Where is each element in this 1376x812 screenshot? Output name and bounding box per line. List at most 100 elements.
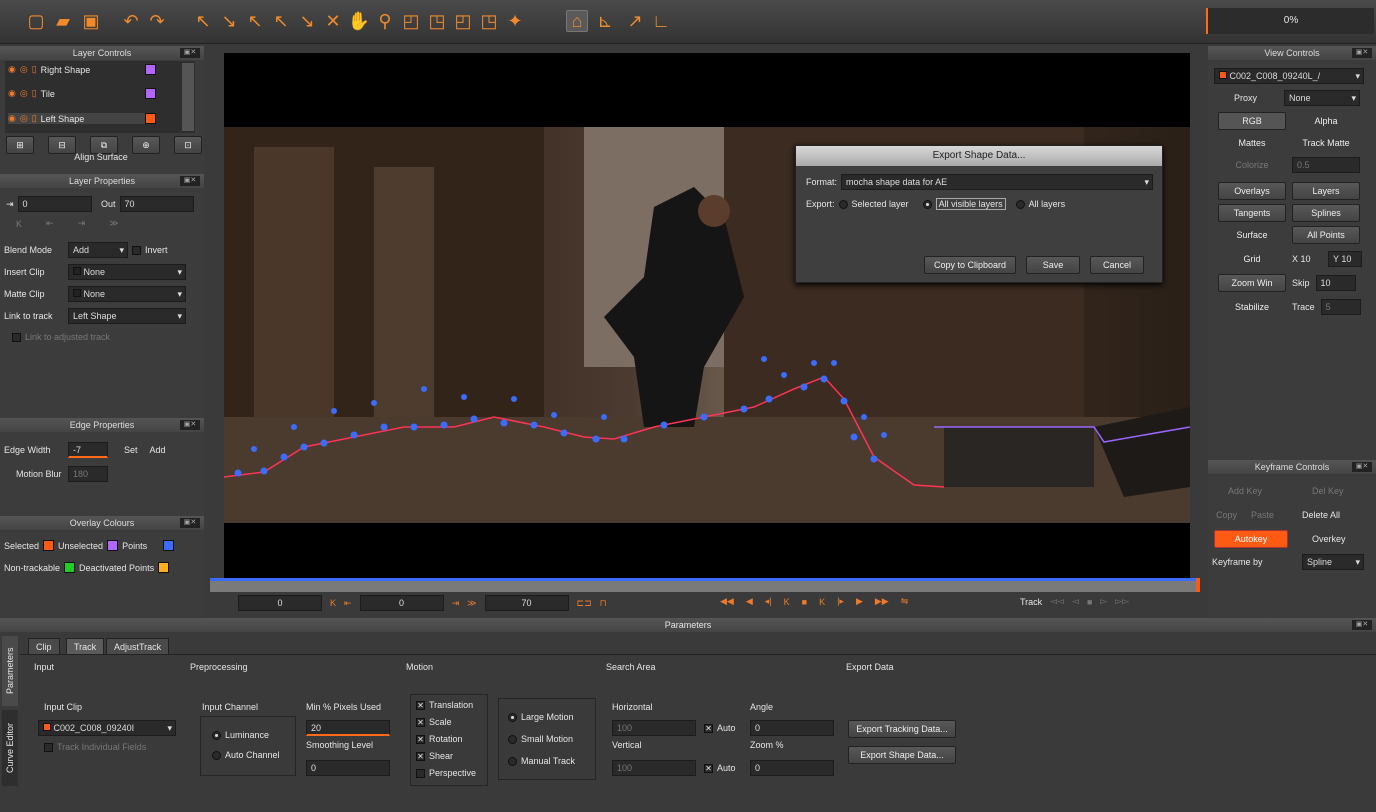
set-button[interactable]: Set <box>124 445 138 455</box>
layer-color-swatch[interactable] <box>144 88 156 99</box>
fast-forward-icon[interactable]: ▶▶ <box>875 596 889 607</box>
shear-checkbox[interactable]: ✕ <box>416 751 425 761</box>
track-forwards-icon[interactable]: ▻▻ <box>1115 596 1129 607</box>
track-next-icon[interactable]: ▻ <box>1100 596 1107 607</box>
copy-to-clipboard-button[interactable]: Copy to Clipboard <box>924 256 1016 274</box>
track-backwards-icon[interactable]: ◅◅ <box>1050 596 1064 607</box>
export-shape-dialog[interactable]: Export Shape Data... Format: mocha shape… <box>795 145 1163 283</box>
align-surface-button[interactable]: Align Surface <box>6 152 196 162</box>
selected-color-swatch[interactable] <box>43 540 55 551</box>
visibility-eye-icon[interactable]: ◉ <box>8 64 16 75</box>
new-file-icon[interactable]: ▢ <box>25 10 47 32</box>
timeline-playhead[interactable] <box>1196 578 1200 592</box>
goto-out-point-icon[interactable]: ⇥ <box>452 598 460 609</box>
clip-dropdown[interactable]: C002_C008_09240L_/ <box>1214 68 1364 84</box>
out-frame-field[interactable]: 70 <box>484 595 569 611</box>
angle-field[interactable]: 0 <box>750 720 834 736</box>
undo-icon[interactable]: ↶ <box>120 10 142 32</box>
set-out-icon[interactable]: ≫ <box>109 218 118 229</box>
export-shape-data-button[interactable]: Export Shape Data... <box>848 746 956 764</box>
in-field[interactable]: 0 <box>17 196 92 212</box>
rewind-icon[interactable]: ◀◀ <box>720 596 734 607</box>
surface-button[interactable]: Surface <box>1218 226 1286 244</box>
visibility-eye-icon[interactable]: ◉ <box>8 88 16 99</box>
smoothing-field[interactable]: 0 <box>306 760 390 776</box>
create-bezier-icon[interactable]: ◰ <box>452 10 474 32</box>
vertical-field[interactable]: 100 <box>612 760 696 776</box>
set-in-point-icon[interactable]: K <box>330 598 336 608</box>
layers-button[interactable]: Layers <box>1292 182 1360 200</box>
trace-field[interactable]: 5 <box>1320 299 1361 315</box>
track-stop-icon[interactable]: ■ <box>1087 597 1092 607</box>
link-adjusted-checkbox[interactable] <box>12 332 21 342</box>
min-pixels-field[interactable]: 20 <box>306 720 390 736</box>
nontrackable-color-swatch[interactable] <box>64 562 76 573</box>
export-tracking-data-button[interactable]: Export Tracking Data... <box>848 720 956 738</box>
perspective-checkbox[interactable] <box>416 768 425 778</box>
save-icon[interactable]: ▣ <box>80 10 102 32</box>
layer-list-scrollbar[interactable] <box>182 63 194 131</box>
redo-icon[interactable]: ↷ <box>146 10 168 32</box>
select-points-icon[interactable]: ↘ <box>218 10 240 32</box>
add-bezier-icon[interactable]: ◳ <box>478 10 500 32</box>
all-points-button[interactable]: All Points <box>1292 226 1360 244</box>
pan-hand-icon[interactable]: ✋ <box>348 10 370 32</box>
selected-layer-radio[interactable] <box>838 199 848 209</box>
luminance-radio[interactable] <box>212 730 221 740</box>
show-grid-icon[interactable]: ⊾ <box>594 10 616 32</box>
alpha-button[interactable]: Alpha <box>1292 112 1360 130</box>
stop-icon[interactable]: ■ <box>802 597 807 607</box>
set-in-icon[interactable]: K <box>16 219 22 229</box>
select-tool-icon[interactable]: ↖ <box>192 10 214 32</box>
in-frame-field[interactable]: 0 <box>238 595 322 611</box>
save-button[interactable]: Save <box>1026 256 1080 274</box>
autokey-button[interactable]: Autokey <box>1214 530 1288 548</box>
motion-blur-field[interactable]: 180 <box>68 466 108 482</box>
grid-y-field[interactable]: Y 10 <box>1328 251 1362 267</box>
tab-clip[interactable]: Clip <box>28 638 60 654</box>
skip-field[interactable]: 10 <box>1315 275 1356 291</box>
del-key-button[interactable]: Del Key <box>1312 486 1344 496</box>
track-prev-icon[interactable]: ◅ <box>1072 596 1079 607</box>
align-surface-icon[interactable]: ↗ <box>624 10 646 32</box>
tracking-lines-icon[interactable]: ∟ <box>650 10 672 32</box>
active-icon[interactable]: ◎ <box>20 64 28 75</box>
track-matte-button[interactable]: Track Matte <box>1292 134 1360 152</box>
all-layers-radio[interactable] <box>1015 199 1025 209</box>
lock-icon[interactable]: ▯ <box>32 113 37 124</box>
add-point-alt-icon[interactable]: ↖ <box>270 10 292 32</box>
unselected-color-swatch[interactable] <box>107 540 119 551</box>
open-folder-icon[interactable]: ▰ <box>52 10 74 32</box>
layer-row-selected[interactable]: ◉ ◎ ▯ Left Shape <box>8 113 156 124</box>
create-xspline-icon[interactable]: ◰ <box>400 10 422 32</box>
side-tab-curve-editor[interactable]: Curve Editor <box>2 710 18 786</box>
grid-x-field[interactable]: X 10 <box>1292 254 1322 264</box>
mattes-button[interactable]: Mattes <box>1218 134 1286 152</box>
paste-key-button[interactable]: Paste <box>1251 510 1274 520</box>
input-clip-dropdown[interactable]: C002_C008_09240I <box>38 720 176 736</box>
points-color-swatch[interactable] <box>163 540 175 551</box>
step-forward-icon[interactable]: |▸ <box>837 596 844 607</box>
insert-clip-dropdown[interactable]: None <box>68 264 186 280</box>
layer-row[interactable]: ◉ ◎ ▯ Tile <box>8 88 156 99</box>
next-key-icon[interactable]: K <box>819 597 825 607</box>
blend-mode-dropdown[interactable]: Add <box>68 242 128 258</box>
zoom-win-button[interactable]: Zoom Win <box>1218 274 1286 292</box>
magnet-icon[interactable]: ✦ <box>504 10 526 32</box>
deactivated-color-swatch[interactable] <box>158 562 170 573</box>
delete-all-keys-button[interactable]: Delete All <box>1302 510 1340 520</box>
add-point-icon[interactable]: ↖ <box>244 10 266 32</box>
active-icon[interactable]: ◎ <box>20 113 28 124</box>
zoom-timeline-icon[interactable]: ⊏⊐ <box>577 598 592 609</box>
keyframe-by-dropdown[interactable]: Spline <box>1302 554 1364 570</box>
large-motion-radio[interactable] <box>508 712 517 722</box>
viewer[interactable] <box>224 53 1190 583</box>
horizontal-auto-checkbox[interactable]: ✕ <box>704 723 713 733</box>
overlays-button[interactable]: Overlays <box>1218 182 1286 200</box>
manual-track-radio[interactable] <box>508 756 517 766</box>
tab-adjusttrack[interactable]: AdjustTrack <box>106 638 170 654</box>
stabilize-button[interactable]: Stabilize <box>1218 298 1286 316</box>
invert-checkbox[interactable] <box>132 245 141 255</box>
proxy-dropdown[interactable]: None <box>1284 90 1360 106</box>
out-field[interactable]: 70 <box>119 196 194 212</box>
